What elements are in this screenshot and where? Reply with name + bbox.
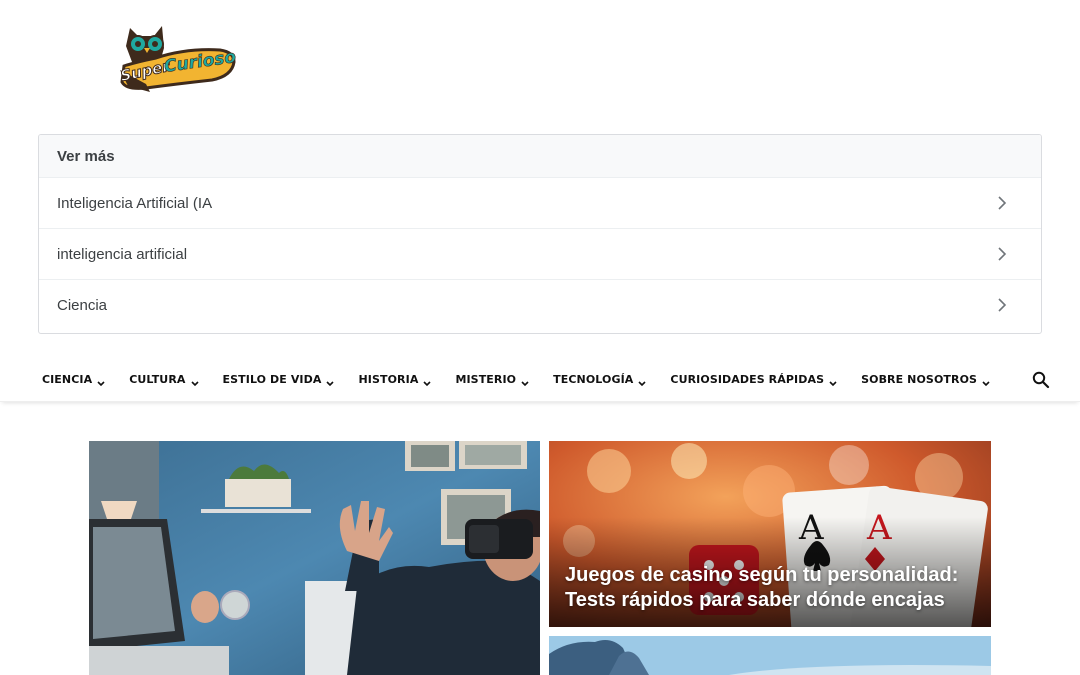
related-search-item[interactable]: Inteligencia Artificial (IA	[39, 177, 1041, 228]
nav-item-label: TECNOLOGÍA	[553, 373, 634, 386]
nav-item-tecnologia[interactable]: TECNOLOGÍA	[541, 373, 658, 386]
chevron-down-icon	[97, 377, 105, 386]
chevron-down-icon	[326, 377, 335, 386]
chevron-down-icon	[982, 377, 990, 386]
nav-item-label: HISTORIA	[358, 373, 419, 386]
search-icon[interactable]	[1032, 371, 1050, 389]
chevron-down-icon	[423, 377, 432, 386]
nav-item-label: ESTILO DE VIDA	[222, 373, 322, 386]
related-searches-panel: Ver más Inteligencia Artificial (IA inte…	[38, 134, 1042, 334]
chevron-right-icon	[997, 298, 1007, 312]
chevron-down-icon	[829, 377, 837, 386]
site-logo[interactable]: Super Curioso	[116, 22, 238, 96]
chevron-down-icon	[190, 377, 199, 386]
nav-item-label: MISTERIO	[455, 373, 517, 386]
chevron-down-icon	[521, 377, 529, 386]
nav-item-label: CURIOSIDADES RÁPIDAS	[670, 373, 825, 386]
featured-article-casino[interactable]: A A Juegos de casino según tu personalid…	[549, 441, 991, 627]
related-search-item[interactable]: Ciencia	[39, 279, 1041, 330]
related-searches-header: Ver más	[39, 135, 1041, 177]
related-search-item[interactable]: inteligencia artificial	[39, 228, 1041, 279]
chevron-right-icon	[997, 247, 1007, 261]
related-search-label: inteligencia artificial	[57, 245, 188, 263]
nav-item-ciencia[interactable]: CIENCIA	[30, 373, 117, 386]
related-search-label: Inteligencia Artificial (IA	[57, 194, 213, 212]
nav-item-historia[interactable]: HISTORIA	[346, 373, 443, 386]
related-search-label: Ciencia	[57, 296, 108, 314]
nav-item-label: CULTURA	[129, 373, 186, 386]
nav-item-curiosidades-rapidas[interactable]: CURIOSIDADES RÁPIDAS	[658, 373, 849, 386]
nav-item-cultura[interactable]: CULTURA	[117, 373, 210, 386]
nav-item-sobre-nosotros[interactable]: SOBRE NOSOTROS	[849, 373, 1002, 386]
main-navigation: CIENCIA CULTURA ESTILO DE VIDA HISTORIA …	[0, 358, 1080, 402]
featured-article-mountain[interactable]	[549, 636, 991, 675]
nav-item-misterio[interactable]: MISTERIO	[443, 373, 541, 386]
nav-item-estilo-de-vida[interactable]: ESTILO DE VIDA	[211, 373, 347, 386]
nav-item-label: CIENCIA	[41, 373, 93, 386]
mountain-image	[549, 636, 991, 675]
vr-headset-image	[89, 441, 540, 675]
chevron-right-icon	[997, 196, 1007, 210]
article-title[interactable]: Juegos de casino según tu personalidad: …	[565, 563, 975, 613]
featured-article-left[interactable]	[89, 441, 540, 675]
chevron-down-icon	[638, 377, 646, 386]
nav-item-label: SOBRE NOSOTROS	[861, 373, 978, 386]
